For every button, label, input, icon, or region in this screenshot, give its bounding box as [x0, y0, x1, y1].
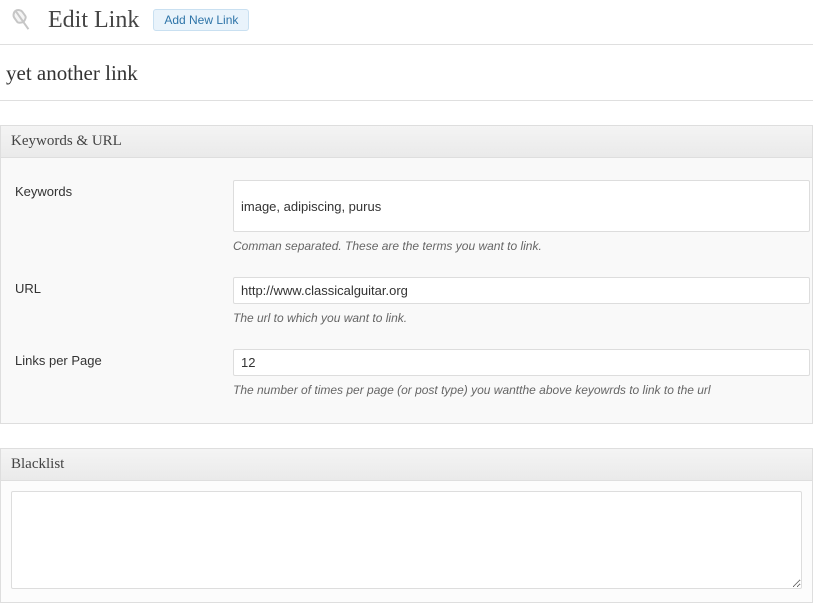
- keywords-help: Comman separated. These are the terms yo…: [233, 239, 810, 253]
- metabox-header: Blacklist: [1, 449, 812, 481]
- links-per-page-field-wrap: The number of times per page (or post ty…: [233, 349, 812, 397]
- blacklist-textarea[interactable]: [11, 491, 802, 589]
- keywords-row: Keywords Comman separated. These are the…: [1, 170, 812, 267]
- links-per-page-help: The number of times per page (or post ty…: [233, 383, 810, 397]
- links-per-page-label: Links per Page: [1, 349, 233, 397]
- metabox-body: Keywords Comman separated. These are the…: [1, 158, 812, 423]
- page-header: Edit Link Add New Link: [0, 0, 813, 44]
- url-row: URL The url to which you want to link.: [1, 267, 812, 339]
- add-new-link-button[interactable]: Add New Link: [153, 9, 249, 31]
- keywords-url-metabox: Keywords & URL Keywords Comman separated…: [0, 125, 813, 424]
- url-field-wrap: The url to which you want to link.: [233, 277, 812, 325]
- url-label: URL: [1, 277, 233, 325]
- links-per-page-row: Links per Page The number of times per p…: [1, 339, 812, 411]
- metabox-title: Blacklist: [11, 456, 802, 473]
- pin-icon: [0, 0, 44, 42]
- blacklist-body: [1, 481, 812, 602]
- links-per-page-input[interactable]: [233, 349, 810, 376]
- page-title: Edit Link: [48, 7, 139, 34]
- keywords-field-wrap: Comman separated. These are the terms yo…: [233, 180, 812, 253]
- url-help: The url to which you want to link.: [233, 311, 810, 325]
- url-input[interactable]: [233, 277, 810, 304]
- link-title: yet another link: [4, 57, 809, 92]
- metabox-header: Keywords & URL: [1, 126, 812, 158]
- keywords-input[interactable]: [233, 180, 810, 232]
- link-title-section: yet another link: [0, 45, 813, 101]
- metabox-title: Keywords & URL: [11, 133, 802, 150]
- blacklist-metabox: Blacklist: [0, 448, 813, 603]
- keywords-label: Keywords: [1, 180, 233, 253]
